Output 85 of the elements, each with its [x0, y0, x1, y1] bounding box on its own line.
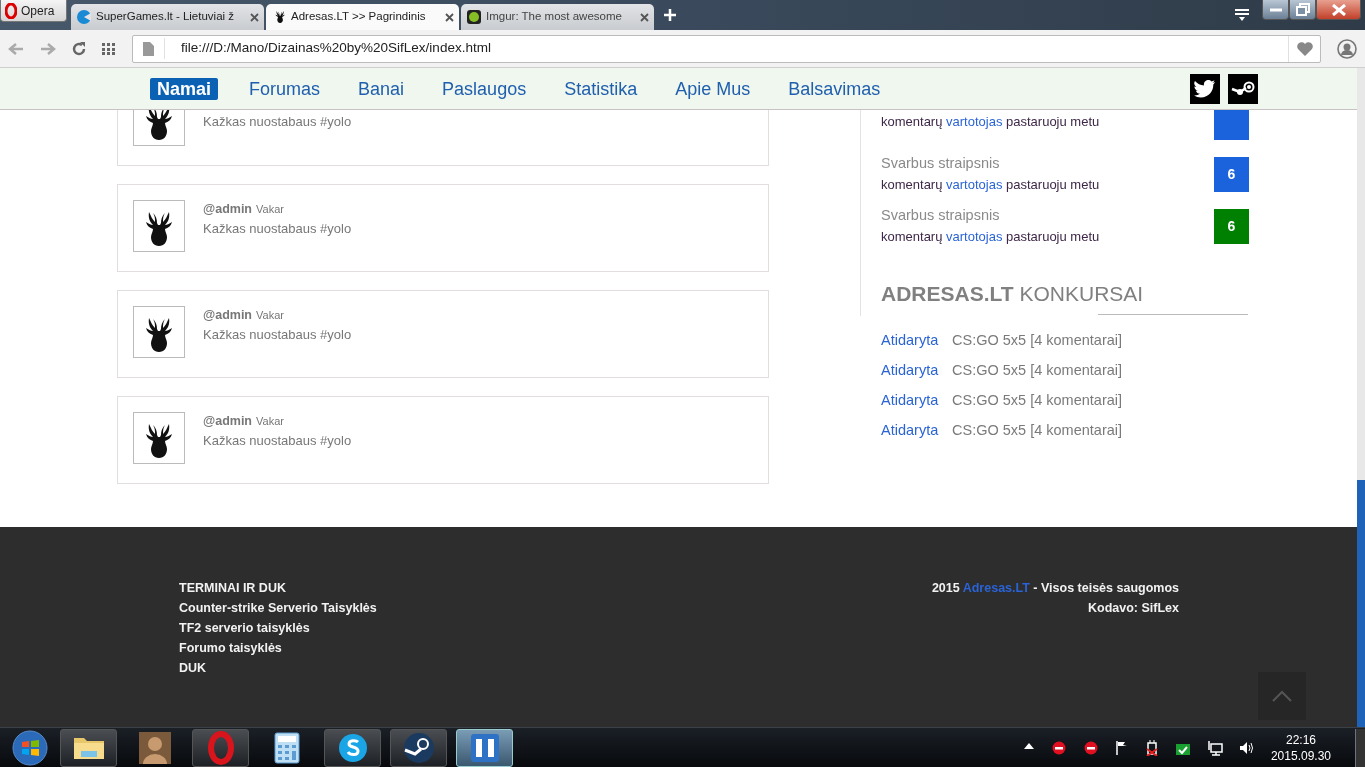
username[interactable]: @admin: [203, 412, 252, 431]
page-icon: [143, 41, 154, 56]
bird-icon: [1194, 79, 1216, 98]
article-meta: komentarų vartotojas pastaruoju metu: [881, 176, 1101, 194]
contest-title[interactable]: CS:GO 5x5 [4 komentarai]: [952, 359, 1123, 390]
nav-link[interactable]: Banai: [351, 77, 412, 100]
article-meta: komentarų vartotojas pastaruoju metu: [881, 228, 1101, 246]
user-link[interactable]: vartotojas: [946, 177, 1003, 192]
status-link[interactable]: Atidaryta: [881, 419, 952, 450]
reload-icon[interactable]: [72, 41, 86, 56]
taskbar-button[interactable]: [324, 728, 381, 767]
start-button[interactable]: [10, 728, 50, 767]
nav-link[interactable]: Apie Mus: [668, 77, 758, 100]
close-icon[interactable]: [640, 12, 649, 22]
clock[interactable]: 22:16 2015.09.30: [1270, 731, 1331, 764]
comment-count: 6: [1214, 156, 1249, 192]
post-text: Kažkas nuostabaus #yolo: [203, 325, 352, 344]
contest-title[interactable]: CS:GO 5x5 [4 komentarai]: [952, 329, 1123, 360]
section-heading: ADRESAS.LT KONKURSAI: [881, 281, 1145, 307]
post-text: Kažkas nuostabaus #yolo: [203, 113, 352, 131]
user-link[interactable]: vartotojas: [946, 229, 1003, 244]
menu-button[interactable]: Opera: [0, 0, 67, 22]
post-time: Vakar: [256, 308, 284, 323]
skype-status-icon[interactable]: [1082, 739, 1099, 756]
network-icon[interactable]: [1206, 739, 1223, 756]
twitter-button[interactable]: [1190, 73, 1220, 104]
nav-link[interactable]: Statistika: [557, 77, 645, 100]
taskbar-button[interactable]: [456, 728, 513, 767]
nav-link[interactable]: Paslaugos: [435, 77, 534, 100]
scrollbar[interactable]: [1357, 68, 1365, 727]
opera-logo-icon: [5, 2, 17, 19]
footer-link[interactable]: TF2 serverio taisyklės: [179, 618, 377, 638]
close-icon[interactable]: [445, 12, 454, 22]
nav-link[interactable]: Namai: [150, 77, 219, 100]
user-link[interactable]: vartotojas: [946, 114, 1003, 129]
post-text: Kažkas nuostabaus #yolo: [203, 219, 352, 238]
post-time: Vakar: [256, 202, 284, 217]
minimize-icon: [1269, 7, 1282, 12]
show-desktop-button[interactable]: [1355, 728, 1365, 767]
post-text: Kažkas nuostabaus #yolo: [203, 431, 352, 450]
heart-icon: [1295, 40, 1314, 57]
copyright-text: 2015 Adresas.LT - Visos teisės saugomos: [931, 580, 1179, 597]
pacman-icon: [76, 9, 92, 25]
taskbar-button[interactable]: [390, 728, 447, 767]
nav-link[interactable]: Forumas: [242, 77, 328, 100]
credit-text: Kodavo: SifLex: [1088, 600, 1179, 617]
imgur-logo-icon: [466, 9, 482, 25]
person-icon: [136, 729, 173, 766]
status-link[interactable]: Atidaryta: [881, 359, 952, 390]
browser-tab[interactable]: Adresas.LT >> Pagrindinis: [266, 4, 459, 30]
close-button[interactable]: [1316, 0, 1361, 20]
post-time: Vakar: [256, 414, 284, 429]
new-tab-icon[interactable]: [664, 9, 676, 21]
footer-link[interactable]: DUK: [179, 658, 377, 678]
footer-link[interactable]: Forumo taisyklės: [179, 638, 377, 658]
nav-link[interactable]: Balsavimas: [781, 77, 888, 100]
steam-icon: [1231, 80, 1255, 97]
footer-heading: TERMINAI IR DUK: [179, 580, 287, 597]
article-title[interactable]: Svarbus straipsnis: [881, 204, 1214, 226]
maximize-button[interactable]: [1289, 0, 1316, 20]
close-icon: [1331, 3, 1346, 16]
skype-status-icon[interactable]: [1050, 739, 1067, 756]
browser-tab[interactable]: Imgur: The most awesome: [461, 4, 654, 30]
chevron-up-icon: [1272, 690, 1292, 702]
status-link[interactable]: Atidaryta: [881, 329, 952, 360]
tab-menu-icon[interactable]: [1234, 8, 1250, 22]
username[interactable]: @admin: [203, 306, 252, 325]
maximize-icon: [1295, 3, 1310, 16]
status-link[interactable]: Atidaryta: [881, 389, 952, 420]
address-field[interactable]: file:///D:/Mano/Dizainas%20by%20SifLex/index.html: [132, 34, 1321, 63]
contest-title[interactable]: CS:GO 5x5 [4 komentarai]: [952, 389, 1123, 420]
browser-tab[interactable]: SuperGames.lt - Lietuviai ž: [71, 4, 264, 30]
steam-button[interactable]: [1228, 73, 1258, 104]
footer-link[interactable]: Counter-strike Serverio Taisyklės: [179, 598, 377, 618]
power-plug-icon[interactable]: [1144, 739, 1159, 756]
minimize-button[interactable]: [1262, 0, 1289, 20]
close-icon[interactable]: [250, 12, 259, 22]
username[interactable]: @admin: [203, 200, 252, 219]
apps-grid-icon[interactable]: [102, 42, 116, 55]
profile-icon[interactable]: [1337, 38, 1357, 59]
contest-title[interactable]: CS:GO 5x5 [4 komentarai]: [952, 419, 1123, 450]
taskbar-button[interactable]: [60, 728, 117, 767]
article-title[interactable]: Svarbus straipsnis: [881, 152, 1214, 174]
article-meta: komentarų vartotojas pastaruoju metu: [881, 113, 1101, 131]
comment-count: 6: [1214, 208, 1249, 244]
